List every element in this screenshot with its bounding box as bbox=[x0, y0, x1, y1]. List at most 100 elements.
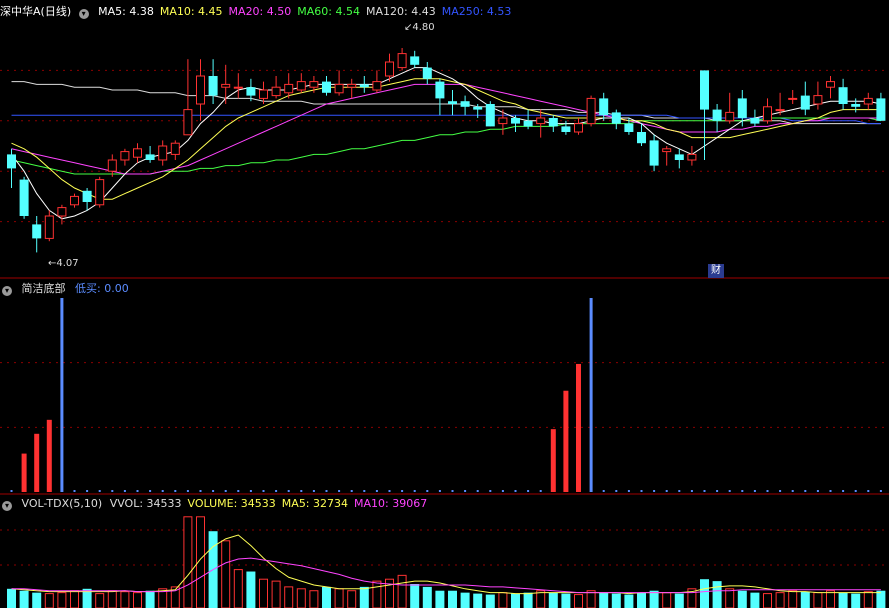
volume-bar bbox=[649, 590, 659, 608]
volume-bar bbox=[410, 584, 420, 608]
candle-body bbox=[309, 81, 319, 88]
baseline-dot bbox=[829, 490, 832, 492]
baseline-dot bbox=[476, 490, 479, 492]
candle bbox=[107, 154, 117, 177]
baseline-dot bbox=[300, 490, 303, 492]
baseline-dot bbox=[615, 490, 618, 492]
volume-bar bbox=[662, 592, 672, 608]
indicator-value: 低买: 0.00 bbox=[75, 282, 129, 295]
volume-bar bbox=[460, 592, 470, 608]
baseline-dot bbox=[401, 490, 404, 492]
candle bbox=[813, 81, 823, 110]
candle-body bbox=[637, 132, 646, 144]
candle-body bbox=[133, 148, 142, 158]
volume-bar bbox=[271, 580, 281, 608]
baseline-dot bbox=[489, 490, 492, 492]
candle-body bbox=[851, 104, 861, 107]
candle bbox=[536, 109, 546, 138]
volume-bar bbox=[788, 590, 798, 608]
ma-legend-item-3: MA60: 4.54 bbox=[297, 5, 360, 18]
indicator-menu-icon[interactable]: ▾ bbox=[2, 286, 12, 296]
volume-bar bbox=[448, 590, 457, 608]
candle bbox=[208, 59, 218, 104]
panel-menu-icon[interactable]: ▾ bbox=[78, 9, 89, 19]
volume-indicator-name: VOL-TDX(5,10) bbox=[21, 497, 103, 510]
candle bbox=[788, 90, 798, 104]
low-price-label: ←4.07 bbox=[48, 258, 79, 269]
candle bbox=[70, 193, 79, 208]
candle-body bbox=[485, 104, 495, 127]
baseline-dot bbox=[438, 490, 441, 492]
candle-body bbox=[548, 118, 558, 127]
candle-body bbox=[271, 86, 281, 97]
candle bbox=[674, 148, 684, 169]
volume-bar bbox=[259, 578, 268, 608]
candle-body bbox=[674, 154, 684, 160]
baseline-dot bbox=[741, 490, 744, 492]
vol_ma10-line bbox=[11, 557, 881, 594]
candle bbox=[233, 73, 243, 99]
candle bbox=[586, 95, 596, 127]
signal-bar bbox=[550, 429, 556, 492]
candle-body bbox=[145, 154, 155, 160]
vol-legend-item-0: VVOL: 34533 bbox=[109, 497, 182, 510]
volume-bar bbox=[763, 593, 772, 608]
candle bbox=[725, 92, 735, 124]
candle bbox=[296, 73, 306, 93]
stock-chart[interactable] bbox=[0, 0, 889, 608]
candle-body bbox=[750, 118, 760, 124]
candle-body bbox=[523, 120, 533, 127]
volume-bar bbox=[750, 592, 760, 608]
candle-body bbox=[196, 75, 205, 105]
ma-legend-item-2: MA20: 4.50 bbox=[228, 5, 292, 18]
baseline-dot bbox=[779, 490, 782, 492]
baseline-dot bbox=[413, 490, 416, 492]
volume-bar bbox=[334, 588, 344, 608]
volume-bar bbox=[586, 590, 596, 608]
volume-bar bbox=[95, 593, 105, 608]
volume-bar bbox=[485, 594, 495, 608]
volume-bar bbox=[863, 591, 873, 608]
volume-bar bbox=[523, 592, 533, 608]
candle-body bbox=[473, 106, 483, 110]
candle-body bbox=[284, 83, 294, 94]
volume-bar bbox=[876, 590, 886, 608]
baseline-dot bbox=[716, 490, 719, 492]
finance-badge[interactable]: 财 bbox=[708, 264, 724, 278]
baseline-dot bbox=[690, 490, 693, 492]
ma60-line bbox=[11, 117, 882, 175]
volume-bar bbox=[826, 590, 835, 608]
baseline-dot bbox=[375, 490, 378, 492]
candle-body bbox=[737, 98, 747, 118]
candle bbox=[435, 78, 445, 116]
candle bbox=[133, 143, 142, 163]
candle-body bbox=[233, 86, 243, 89]
volume-bar bbox=[7, 588, 16, 608]
candle-body bbox=[422, 67, 432, 79]
candle-body bbox=[44, 215, 54, 239]
volume-bar bbox=[246, 571, 256, 608]
volume-bar bbox=[397, 574, 407, 608]
candle-body bbox=[725, 111, 735, 122]
baseline-dot bbox=[665, 490, 668, 492]
baseline-dot bbox=[212, 490, 215, 492]
volume-bar bbox=[309, 590, 319, 608]
volume-bar bbox=[725, 588, 735, 608]
candle-body bbox=[624, 123, 634, 132]
candle bbox=[19, 176, 29, 219]
candle-body bbox=[208, 76, 218, 96]
candle bbox=[347, 78, 357, 99]
candle-body bbox=[259, 89, 268, 99]
baseline-dot bbox=[804, 490, 807, 492]
candle bbox=[863, 92, 873, 110]
vol-legend-item-1: VOLUME: 34533 bbox=[187, 497, 276, 510]
volume-bar bbox=[183, 516, 193, 608]
stock-title: 深中华A(日线) bbox=[0, 5, 72, 18]
vol-legend-item-3: MA10: 39067 bbox=[354, 497, 428, 510]
candle bbox=[485, 101, 495, 127]
candle-body bbox=[322, 81, 331, 93]
candle bbox=[44, 210, 54, 242]
volume-menu-icon[interactable]: ▾ bbox=[2, 501, 12, 511]
candle bbox=[82, 188, 92, 211]
candle-body bbox=[170, 142, 180, 155]
